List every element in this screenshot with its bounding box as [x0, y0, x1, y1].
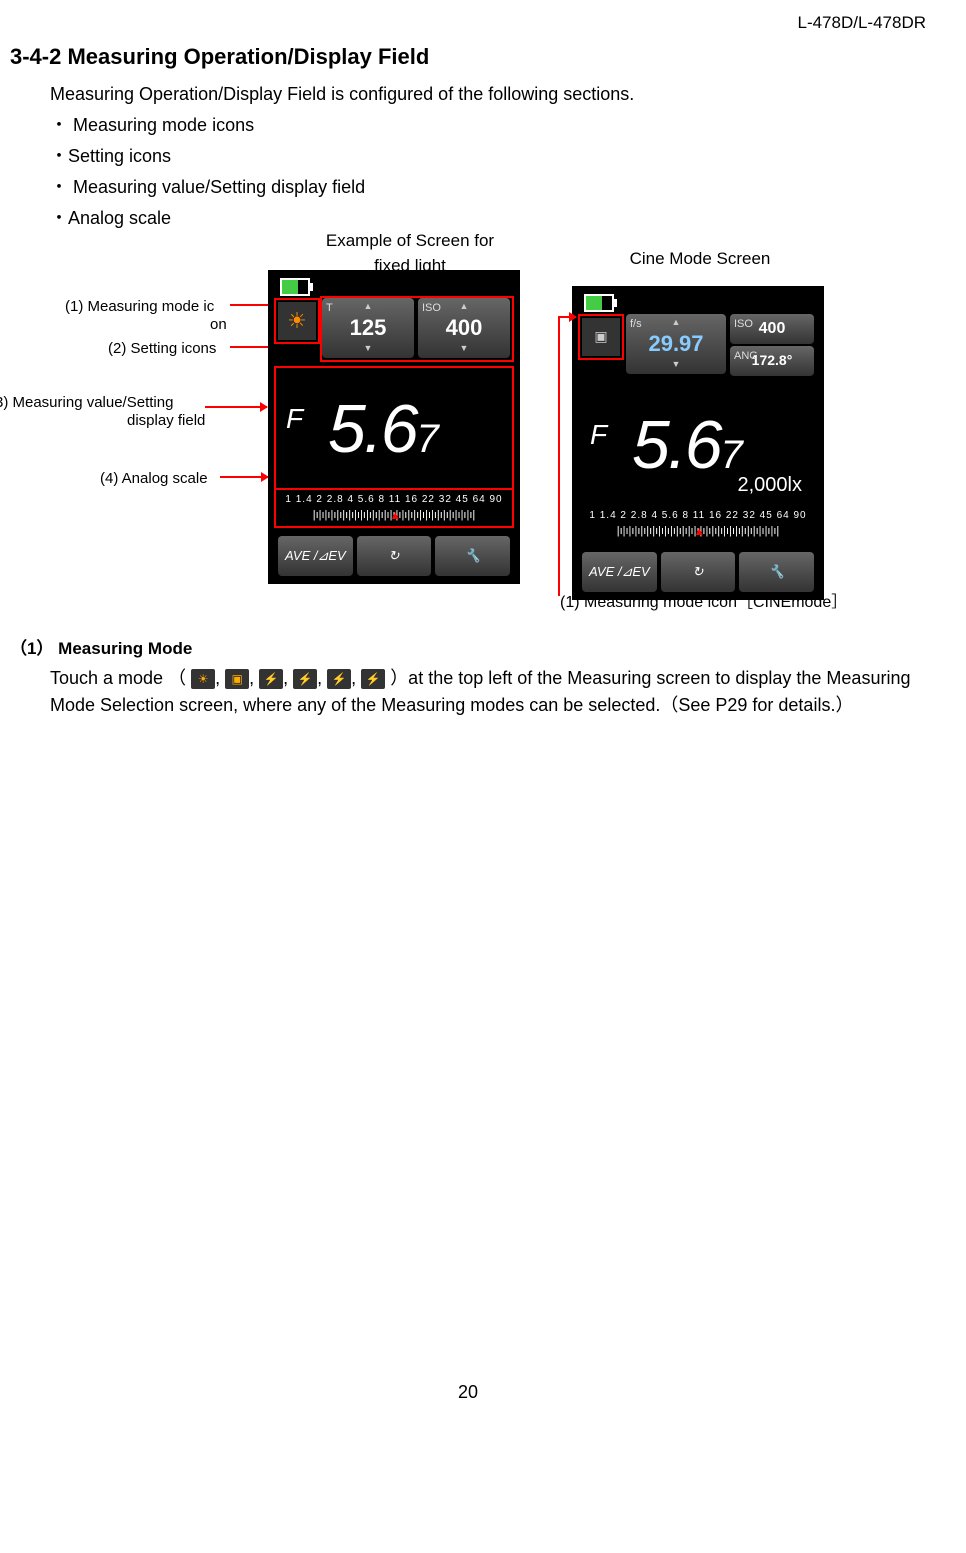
ave-ev-button-cine[interactable]: AVE /⊿EV — [582, 552, 657, 592]
arrow-line — [558, 316, 560, 596]
iso-setting-box-cine[interactable]: ISO 400 — [730, 314, 814, 344]
scale-marker: ▲ — [389, 506, 401, 524]
t-setting-box[interactable]: T ▲ 125 ▼ — [322, 298, 414, 358]
refresh-button-cine[interactable]: ↻ — [661, 552, 736, 592]
f-main-cine: 5.6 — [632, 407, 721, 483]
screen-fixed-light: ☀ T ▲ 125 ▼ ISO ▲ 400 ▼ F 5.67 1 1.4 2 2… — [268, 270, 520, 584]
f-label: F — [286, 398, 303, 440]
fs-label: f/s — [630, 316, 642, 333]
iso-label-cine: ISO — [734, 316, 753, 333]
chevron-down-icon: ▼ — [418, 344, 510, 353]
subheading-measuring-mode: （1） Measuring Mode — [10, 636, 926, 662]
f-display-cine: F 5.67 2,000lx — [582, 384, 814, 504]
chevron-down-icon: ▼ — [626, 360, 726, 369]
callout-4: (4) Analog scale — [100, 468, 208, 491]
cine-callout: (1) Measuring mode icon［CINEmode］ — [560, 591, 847, 615]
scale-numbers-cine: 1 1.4 2 2.8 4 5.6 8 11 16 22 32 45 64 90 — [582, 508, 814, 523]
mode-flash3-icon: ⚡ — [327, 669, 351, 689]
f-value-cine: 5.67 — [632, 394, 741, 496]
chevron-up-icon: ▲ — [322, 302, 414, 311]
t-label: T — [326, 300, 333, 317]
bullet-item: ・Setting icons — [50, 143, 926, 170]
intro-text: Measuring Operation/Display Field is con… — [50, 81, 926, 108]
ave-ev-button[interactable]: AVE /⊿EV — [278, 536, 353, 576]
mode-sun-icon: ☀ — [191, 669, 215, 689]
settings-button[interactable]: 🔧 — [435, 536, 510, 576]
bullet-item: ・ Measuring mode icons — [50, 112, 926, 139]
section-title: Measuring Operation/Display Field — [67, 44, 429, 69]
fs-setting-box[interactable]: f/s ▲ 29.97 ▼ — [626, 314, 726, 374]
ang-label: ANG — [734, 348, 758, 365]
callout-2: (2) Setting icons — [108, 338, 216, 361]
iso-label: ISO — [422, 300, 441, 317]
mode-flash-icon: ⚡ — [259, 669, 283, 689]
section-number: 3-4-2 — [10, 44, 61, 69]
f-label-cine: F — [590, 414, 607, 456]
section-heading: 3-4-2 Measuring Operation/Display Field — [10, 40, 926, 73]
arrow — [558, 316, 576, 318]
figure-area: Example of Screen for fixed light Cine M… — [10, 236, 926, 616]
caption-right: Cine Mode Screen — [600, 246, 800, 272]
header-model: L-478D/L-478DR — [10, 10, 926, 36]
mode-radio-icon: ⚡ — [361, 669, 385, 689]
bullet-item: ・ Measuring value/Setting display field — [50, 174, 926, 201]
callout-3b: display field — [127, 410, 205, 433]
mode-icon-cine[interactable]: ▣ — [582, 318, 620, 356]
f-main: 5.6 — [328, 391, 417, 467]
bullet-list: ・ Measuring mode icons ・Setting icons ・ … — [50, 112, 926, 232]
ang-setting-box[interactable]: ANG 172.8° — [730, 346, 814, 376]
mode-icon-sun[interactable]: ☀ — [278, 302, 316, 340]
t-value: 125 — [322, 311, 414, 344]
body-text-1: Touch a mode （ — [50, 668, 186, 688]
arrow — [220, 476, 268, 478]
analog-scale: 1 1.4 2 2.8 4 5.6 8 11 16 22 32 45 64 90… — [278, 490, 510, 526]
analog-scale-cine: 1 1.4 2 2.8 4 5.6 8 11 16 22 32 45 64 90… — [582, 506, 814, 542]
chevron-down-icon: ▼ — [322, 344, 414, 353]
f-value: 5.67 — [328, 378, 437, 480]
iso-setting-box[interactable]: ISO ▲ 400 ▼ — [418, 298, 510, 358]
scale-marker-cine: ▲ — [693, 522, 705, 540]
callout-1b: on — [210, 314, 227, 337]
battery-icon — [280, 278, 310, 296]
mode-flash2-icon: ⚡ — [293, 669, 317, 689]
bottom-bar-cine: AVE /⊿EV ↻ 🔧 — [582, 552, 814, 592]
battery-icon — [584, 294, 614, 312]
f-sub: 7 — [417, 417, 437, 461]
settings-button-cine[interactable]: 🔧 — [739, 552, 814, 592]
arrow — [205, 406, 267, 408]
f-display: F 5.67 — [278, 368, 510, 488]
screen-cine: ▣ f/s ▲ 29.97 ▼ ISO 400 ANG 172.8° F 5.6… — [572, 286, 824, 600]
mode-cine-icon: ▣ — [225, 669, 249, 689]
lx-value: 2,000lx — [738, 470, 803, 500]
callout-1: (1) Measuring mode ic — [65, 296, 214, 319]
refresh-button[interactable]: ↻ — [357, 536, 432, 576]
bottom-bar: AVE /⊿EV ↻ 🔧 — [278, 536, 510, 576]
body-paragraph: Touch a mode （ ☀, ▣, ⚡, ⚡, ⚡, ⚡ ）at the … — [50, 665, 926, 719]
page-number: 20 — [10, 1379, 926, 1406]
scale-numbers: 1 1.4 2 2.8 4 5.6 8 11 16 22 32 45 64 90 — [278, 492, 510, 507]
